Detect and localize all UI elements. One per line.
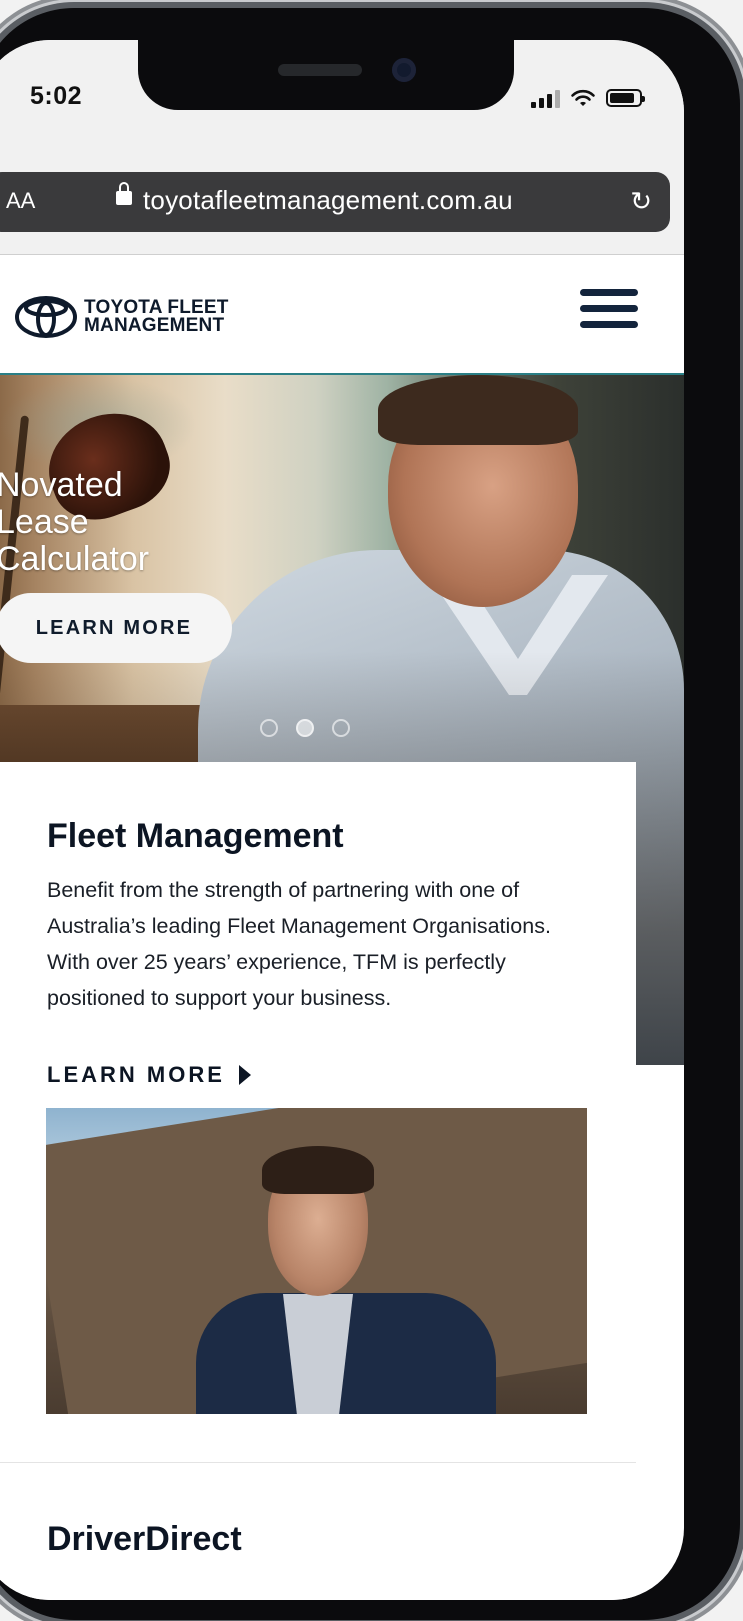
screen: 5:02 AA toyotafleetmanagement.com.au ↻ T… [0,40,684,1600]
section-divider [0,1462,636,1463]
lock-icon [116,182,132,205]
hero-title-line-3: Calculator [0,540,150,578]
logo-line-2: MANAGEMENT [84,315,225,336]
carousel-dot-1[interactable] [260,719,278,737]
hero-title: Novated Lease Calculator [0,467,149,578]
front-camera [392,58,416,82]
logo-wordmark: TOYOTA FLEET MANAGEMENT [84,298,229,336]
card-learn-more-label[interactable]: LEARN MORE [47,1062,225,1088]
hero-title-line-1: Novated [0,466,123,504]
carousel-dot-2[interactable] [296,719,314,737]
site-header: TOYOTA FLEET MANAGEMENT [0,255,684,375]
carousel-dot-3[interactable] [332,719,350,737]
fleet-management-card: Fleet Management Benefit from the streng… [0,762,636,1600]
triangle-right-icon [238,1065,251,1085]
browser-toolbar: AA toyotafleetmanagement.com.au ↻ [0,136,684,255]
status-icons [531,86,645,110]
toyota-logo-icon [15,296,77,338]
text-size-button[interactable]: AA [6,188,35,214]
card-photo [46,1108,587,1414]
cellular-signal-icon [531,88,560,108]
wifi-icon [571,89,595,106]
hero-title-line-2: Lease [0,503,89,541]
battery-icon [606,89,645,107]
card-learn-more-link[interactable]: LEARN MORE [47,1062,251,1088]
reload-icon[interactable]: ↻ [630,188,652,214]
driverdirect-title: DriverDirect [47,1520,242,1558]
speaker-grille [278,64,362,76]
phone-frame: 5:02 AA toyotafleetmanagement.com.au ↻ T… [0,8,740,1620]
url-text[interactable]: toyotafleetmanagement.com.au [143,185,513,216]
carousel-dots [260,719,350,737]
card-body: Benefit from the strength of partnering … [47,878,551,1010]
hero-learn-more-button[interactable]: LEARN MORE [0,593,232,663]
photo-person-hair [262,1146,374,1194]
status-time: 5:02 [30,82,83,110]
site-logo[interactable]: TOYOTA FLEET MANAGEMENT [14,295,229,339]
address-bar[interactable]: AA toyotafleetmanagement.com.au ↻ [0,172,670,232]
card-title: Fleet Management [47,817,344,855]
notch [138,40,514,110]
hamburger-menu-icon[interactable] [580,289,638,329]
